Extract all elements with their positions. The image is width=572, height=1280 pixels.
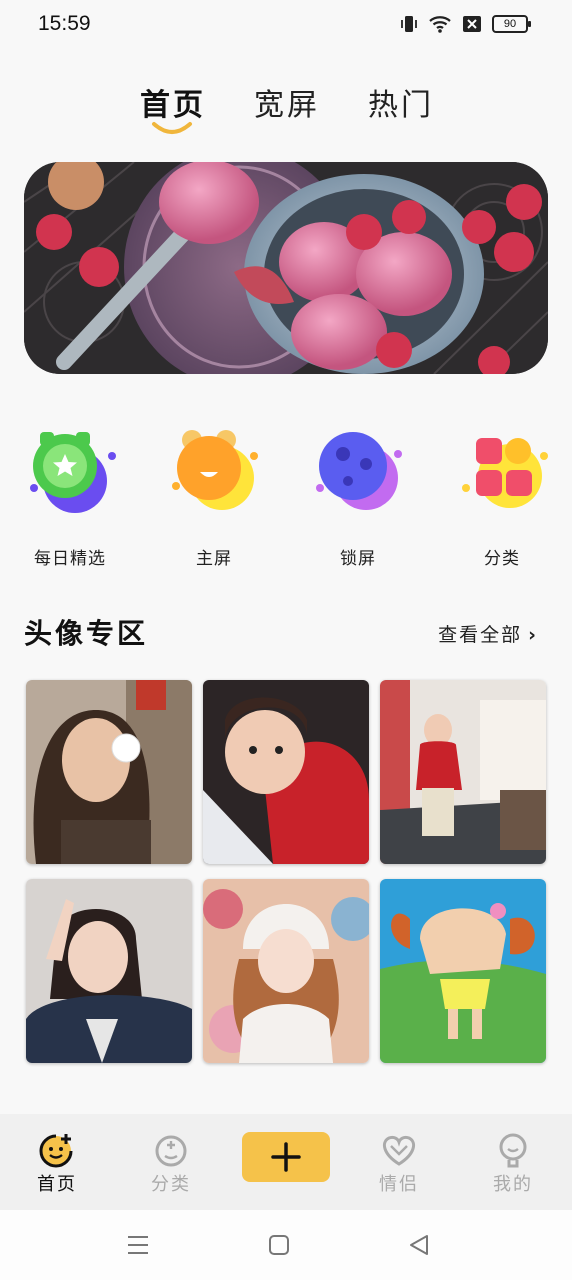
home-screen-icon xyxy=(172,430,258,510)
category-face-icon xyxy=(155,1135,187,1167)
category-grid-icon xyxy=(462,438,548,508)
tab-popular[interactable]: 热门 xyxy=(368,80,434,124)
plus-icon xyxy=(271,1142,301,1172)
category-label: 分类 xyxy=(484,549,520,569)
nav-label: 首页 xyxy=(37,1174,77,1195)
back-triangle-icon[interactable] xyxy=(408,1234,430,1256)
system-nav-bar xyxy=(0,1210,572,1280)
avatar-image-toddler-red xyxy=(203,680,369,864)
home-square-icon[interactable] xyxy=(268,1234,290,1256)
profile-icon xyxy=(499,1133,527,1168)
battery-icon: 90 xyxy=(492,15,531,33)
category-daily-pick[interactable]: 每日精选 xyxy=(10,426,130,569)
top-tabs: 首页 宽屏 热门 xyxy=(0,80,572,140)
daily-pick-icon xyxy=(30,432,116,513)
nav-home[interactable]: 首页 xyxy=(12,1132,102,1196)
avatar-image-woman-beanie xyxy=(203,879,369,1063)
category-classify[interactable]: 分类 xyxy=(442,426,562,569)
avatar-image-woman-peace xyxy=(26,879,192,1063)
home-face-icon xyxy=(39,1134,73,1168)
avatar-image-toddler-room xyxy=(380,680,546,864)
wifi-icon xyxy=(429,16,451,33)
nav-label: 情侣 xyxy=(379,1174,419,1195)
chevron-right-icon: › xyxy=(528,624,538,646)
couple-heart-icon xyxy=(382,1135,416,1166)
status-time: 15:59 xyxy=(38,12,91,35)
avatar-tile-1[interactable] xyxy=(26,680,192,864)
bottom-nav: 首页 分类 情侣 我的 xyxy=(0,1114,572,1210)
category-label: 锁屏 xyxy=(340,549,376,569)
avatar-tile-6[interactable] xyxy=(380,879,546,1063)
nav-profile[interactable]: 我的 xyxy=(468,1132,558,1196)
nav-category[interactable]: 分类 xyxy=(126,1132,216,1196)
status-bar: 15:59 90 xyxy=(0,0,572,52)
see-all-link[interactable]: 查看全部 › xyxy=(438,620,538,647)
nav-label: 分类 xyxy=(151,1174,191,1195)
avatar-tile-4[interactable] xyxy=(26,879,192,1063)
avatar-image-cartoon xyxy=(380,879,546,1063)
vibrate-icon xyxy=(401,16,417,32)
nav-couple[interactable]: 情侣 xyxy=(354,1132,444,1196)
category-label: 每日精选 xyxy=(34,549,106,569)
see-all-label: 查看全部 xyxy=(438,624,523,646)
avatar-image-girl-bubble xyxy=(26,680,192,864)
avatar-tile-5[interactable] xyxy=(203,879,369,1063)
add-button[interactable] xyxy=(242,1132,330,1182)
banner-image xyxy=(24,162,548,374)
category-shortcuts: 每日精选 主屏 锁屏 分类 xyxy=(0,426,572,569)
category-lock-screen[interactable]: 锁屏 xyxy=(298,426,418,569)
active-tab-indicator xyxy=(152,122,192,134)
avatar-tile-2[interactable] xyxy=(203,680,369,864)
lock-screen-icon xyxy=(316,432,402,510)
status-icons: 90 xyxy=(400,14,531,34)
nav-label: 我的 xyxy=(493,1174,533,1195)
category-home-screen[interactable]: 主屏 xyxy=(154,426,274,569)
menu-icon[interactable] xyxy=(126,1234,150,1256)
tab-widescreen[interactable]: 宽屏 xyxy=(254,80,320,124)
avatar-section-header: 头像专区 查看全部 › xyxy=(24,612,548,652)
no-sim-icon xyxy=(463,16,481,32)
section-title: 头像专区 xyxy=(24,617,149,650)
avatar-tile-3[interactable] xyxy=(380,680,546,864)
hero-banner[interactable] xyxy=(24,162,548,374)
category-label: 主屏 xyxy=(196,549,232,569)
